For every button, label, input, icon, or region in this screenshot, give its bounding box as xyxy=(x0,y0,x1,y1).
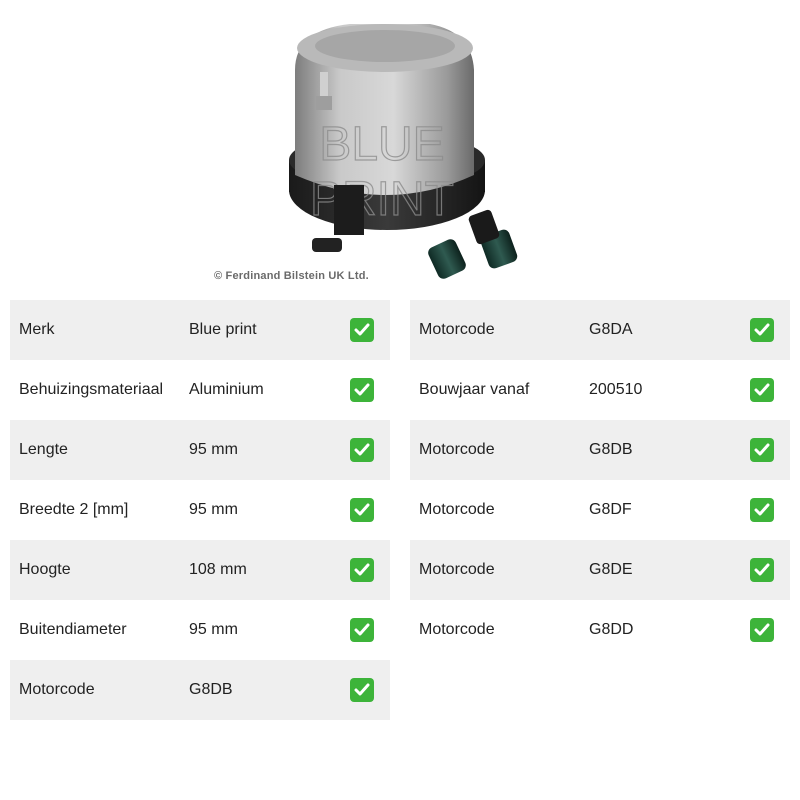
spec-row: Lengte 95 mm xyxy=(10,420,390,480)
spec-label: Bouwjaar vanaf xyxy=(419,381,530,398)
spec-label: Motorcode xyxy=(19,681,95,698)
spec-row: Bouwjaar vanaf 200510 xyxy=(410,360,790,420)
check-mark-icon xyxy=(750,498,774,522)
fuel-filter-illustration: BLUE PRINT xyxy=(289,24,518,279)
svg-text:BLUE: BLUE xyxy=(319,118,444,171)
spec-label: Breedte 2 [mm] xyxy=(19,501,129,518)
spec-label: Motorcode xyxy=(419,321,495,338)
svg-text:PRINT: PRINT xyxy=(310,173,454,226)
spec-label: Motorcode xyxy=(419,621,495,638)
check-mark-icon xyxy=(350,558,374,582)
spec-row: Motorcode G8DE xyxy=(410,540,790,600)
spec-row: Motorcode G8DA xyxy=(410,300,790,360)
product-image: BLUE PRINT xyxy=(200,10,600,290)
check-mark-icon xyxy=(350,618,374,642)
spec-value: G8DA xyxy=(589,321,633,338)
spec-row: Motorcode G8DB xyxy=(410,420,790,480)
check-mark-icon xyxy=(350,678,374,702)
check-mark-icon xyxy=(350,378,374,402)
spec-table-left: Merk Blue print Behuizingsmateriaal Alum… xyxy=(10,300,390,720)
spec-label: Lengte xyxy=(19,441,68,458)
check-mark-icon xyxy=(750,438,774,462)
spec-label: Buitendiameter xyxy=(19,621,127,638)
spec-row: Breedte 2 [mm] 95 mm xyxy=(10,480,390,540)
spec-row: Hoogte 108 mm xyxy=(10,540,390,600)
spec-value: 200510 xyxy=(589,381,643,398)
spec-label: Motorcode xyxy=(419,561,495,578)
spec-value: Blue print xyxy=(189,321,257,338)
spec-value: G8DF xyxy=(589,501,632,518)
spec-value: G8DD xyxy=(589,621,634,638)
spec-row: Merk Blue print xyxy=(10,300,390,360)
spec-value: Aluminium xyxy=(189,381,264,398)
spec-value: 95 mm xyxy=(189,501,238,518)
spec-label: Motorcode xyxy=(419,441,495,458)
spec-value: 95 mm xyxy=(189,621,238,638)
check-mark-icon xyxy=(750,618,774,642)
spec-value: G8DB xyxy=(589,441,633,458)
spec-row: Behuizingsmateriaal Aluminium xyxy=(10,360,390,420)
copyright-notice: © Ferdinand Bilstein UK Ltd. xyxy=(214,270,369,282)
spec-value: 108 mm xyxy=(189,561,247,578)
spec-label: Behuizingsmateriaal xyxy=(19,381,164,398)
spec-row: Motorcode G8DD xyxy=(410,600,790,660)
check-mark-icon xyxy=(750,558,774,582)
check-mark-icon xyxy=(750,378,774,402)
spec-label: Hoogte xyxy=(19,561,71,578)
spec-value: 95 mm xyxy=(189,441,238,458)
spec-row: Motorcode G8DF xyxy=(410,480,790,540)
spec-row: Motorcode G8DB xyxy=(10,660,390,720)
spec-label: Motorcode xyxy=(419,501,495,518)
spec-table-right: Motorcode G8DA Bouwjaar vanaf 200510 Mot… xyxy=(410,300,790,660)
spec-value: G8DB xyxy=(189,681,233,698)
spec-row: Buitendiameter 95 mm xyxy=(10,600,390,660)
check-mark-icon xyxy=(750,318,774,342)
spec-value: G8DE xyxy=(589,561,633,578)
spec-label: Merk xyxy=(19,321,55,338)
check-mark-icon xyxy=(350,438,374,462)
check-mark-icon xyxy=(350,498,374,522)
check-mark-icon xyxy=(350,318,374,342)
